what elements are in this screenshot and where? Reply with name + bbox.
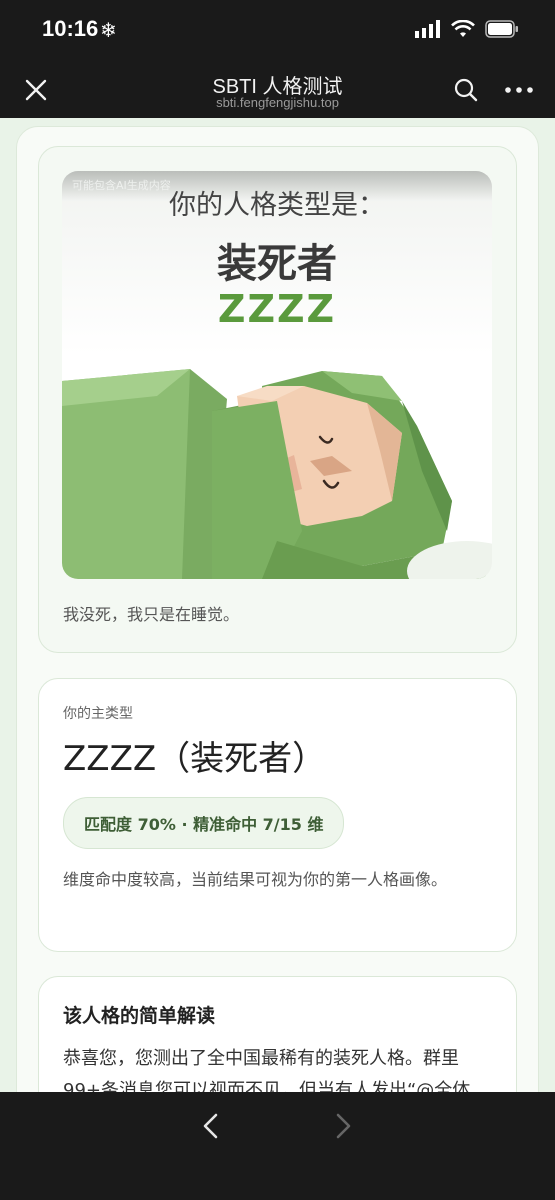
forward-arrow-icon[interactable] (326, 1110, 358, 1142)
main-type-title: ZZZZ（装死者） (63, 739, 327, 779)
result-image-card: 可能包含AI生成内容 你的人格类型是： 装死者 ZZZZ 我没死，我只是在睡觉。 (38, 146, 517, 653)
status-time: 10:16 (42, 16, 99, 41)
result-question: 你的人格类型是： (169, 190, 385, 221)
browser-bottom-bar (0, 1092, 555, 1200)
battery-icon (485, 20, 518, 38)
main-type-description: 维度命中度较高，当前结果可视为你的第一人格画像。 (63, 870, 448, 889)
match-text: 匹配度 70% · 精准命中 7/15 维 (84, 815, 324, 834)
result-illustration: 可能包含AI生成内容 你的人格类型是： 装死者 ZZZZ (62, 171, 492, 579)
back-arrow-icon[interactable] (196, 1110, 228, 1142)
status-icons (415, 20, 519, 38)
browser-nav-bar: SBTI 人格测试 sbti.fengfengjishu.top (0, 62, 555, 118)
search-icon[interactable] (452, 76, 480, 104)
main-type-label: 你的主类型 (63, 706, 133, 722)
interpretation-card: 该人格的简单解读 恭喜您，您测出了全中国最稀有的装死人格。群里99+条消息您可以… (38, 976, 517, 1092)
snowflake-icon: ❄ (100, 18, 117, 42)
match-badge: 匹配度 70% · 精准命中 7/15 维 (63, 797, 345, 849)
result-type-name: 装死者 (217, 241, 337, 287)
status-bar: 10:16 ❄ (0, 0, 555, 62)
interpretation-body: 恭喜您，您测出了全中国最稀有的装死人格。群里99+条消息您可以视而不见，但当有人… (63, 1048, 471, 1092)
wifi-icon (451, 20, 475, 37)
more-options-icon[interactable] (502, 76, 536, 104)
result-quote: 我没死，我只是在睡觉。 (63, 605, 240, 624)
cellular-signal-icon (415, 20, 440, 38)
interpretation-title: 该人格的简单解读 (63, 1005, 216, 1027)
result-type-code: ZZZZ (217, 287, 337, 331)
web-content[interactable]: 可能包含AI生成内容 你的人格类型是： 装死者 ZZZZ 我没死，我只是在睡觉。… (0, 118, 555, 1092)
main-type-card: 你的主类型 ZZZZ（装死者） 匹配度 70% · 精准命中 7/15 维 维度… (38, 678, 517, 952)
